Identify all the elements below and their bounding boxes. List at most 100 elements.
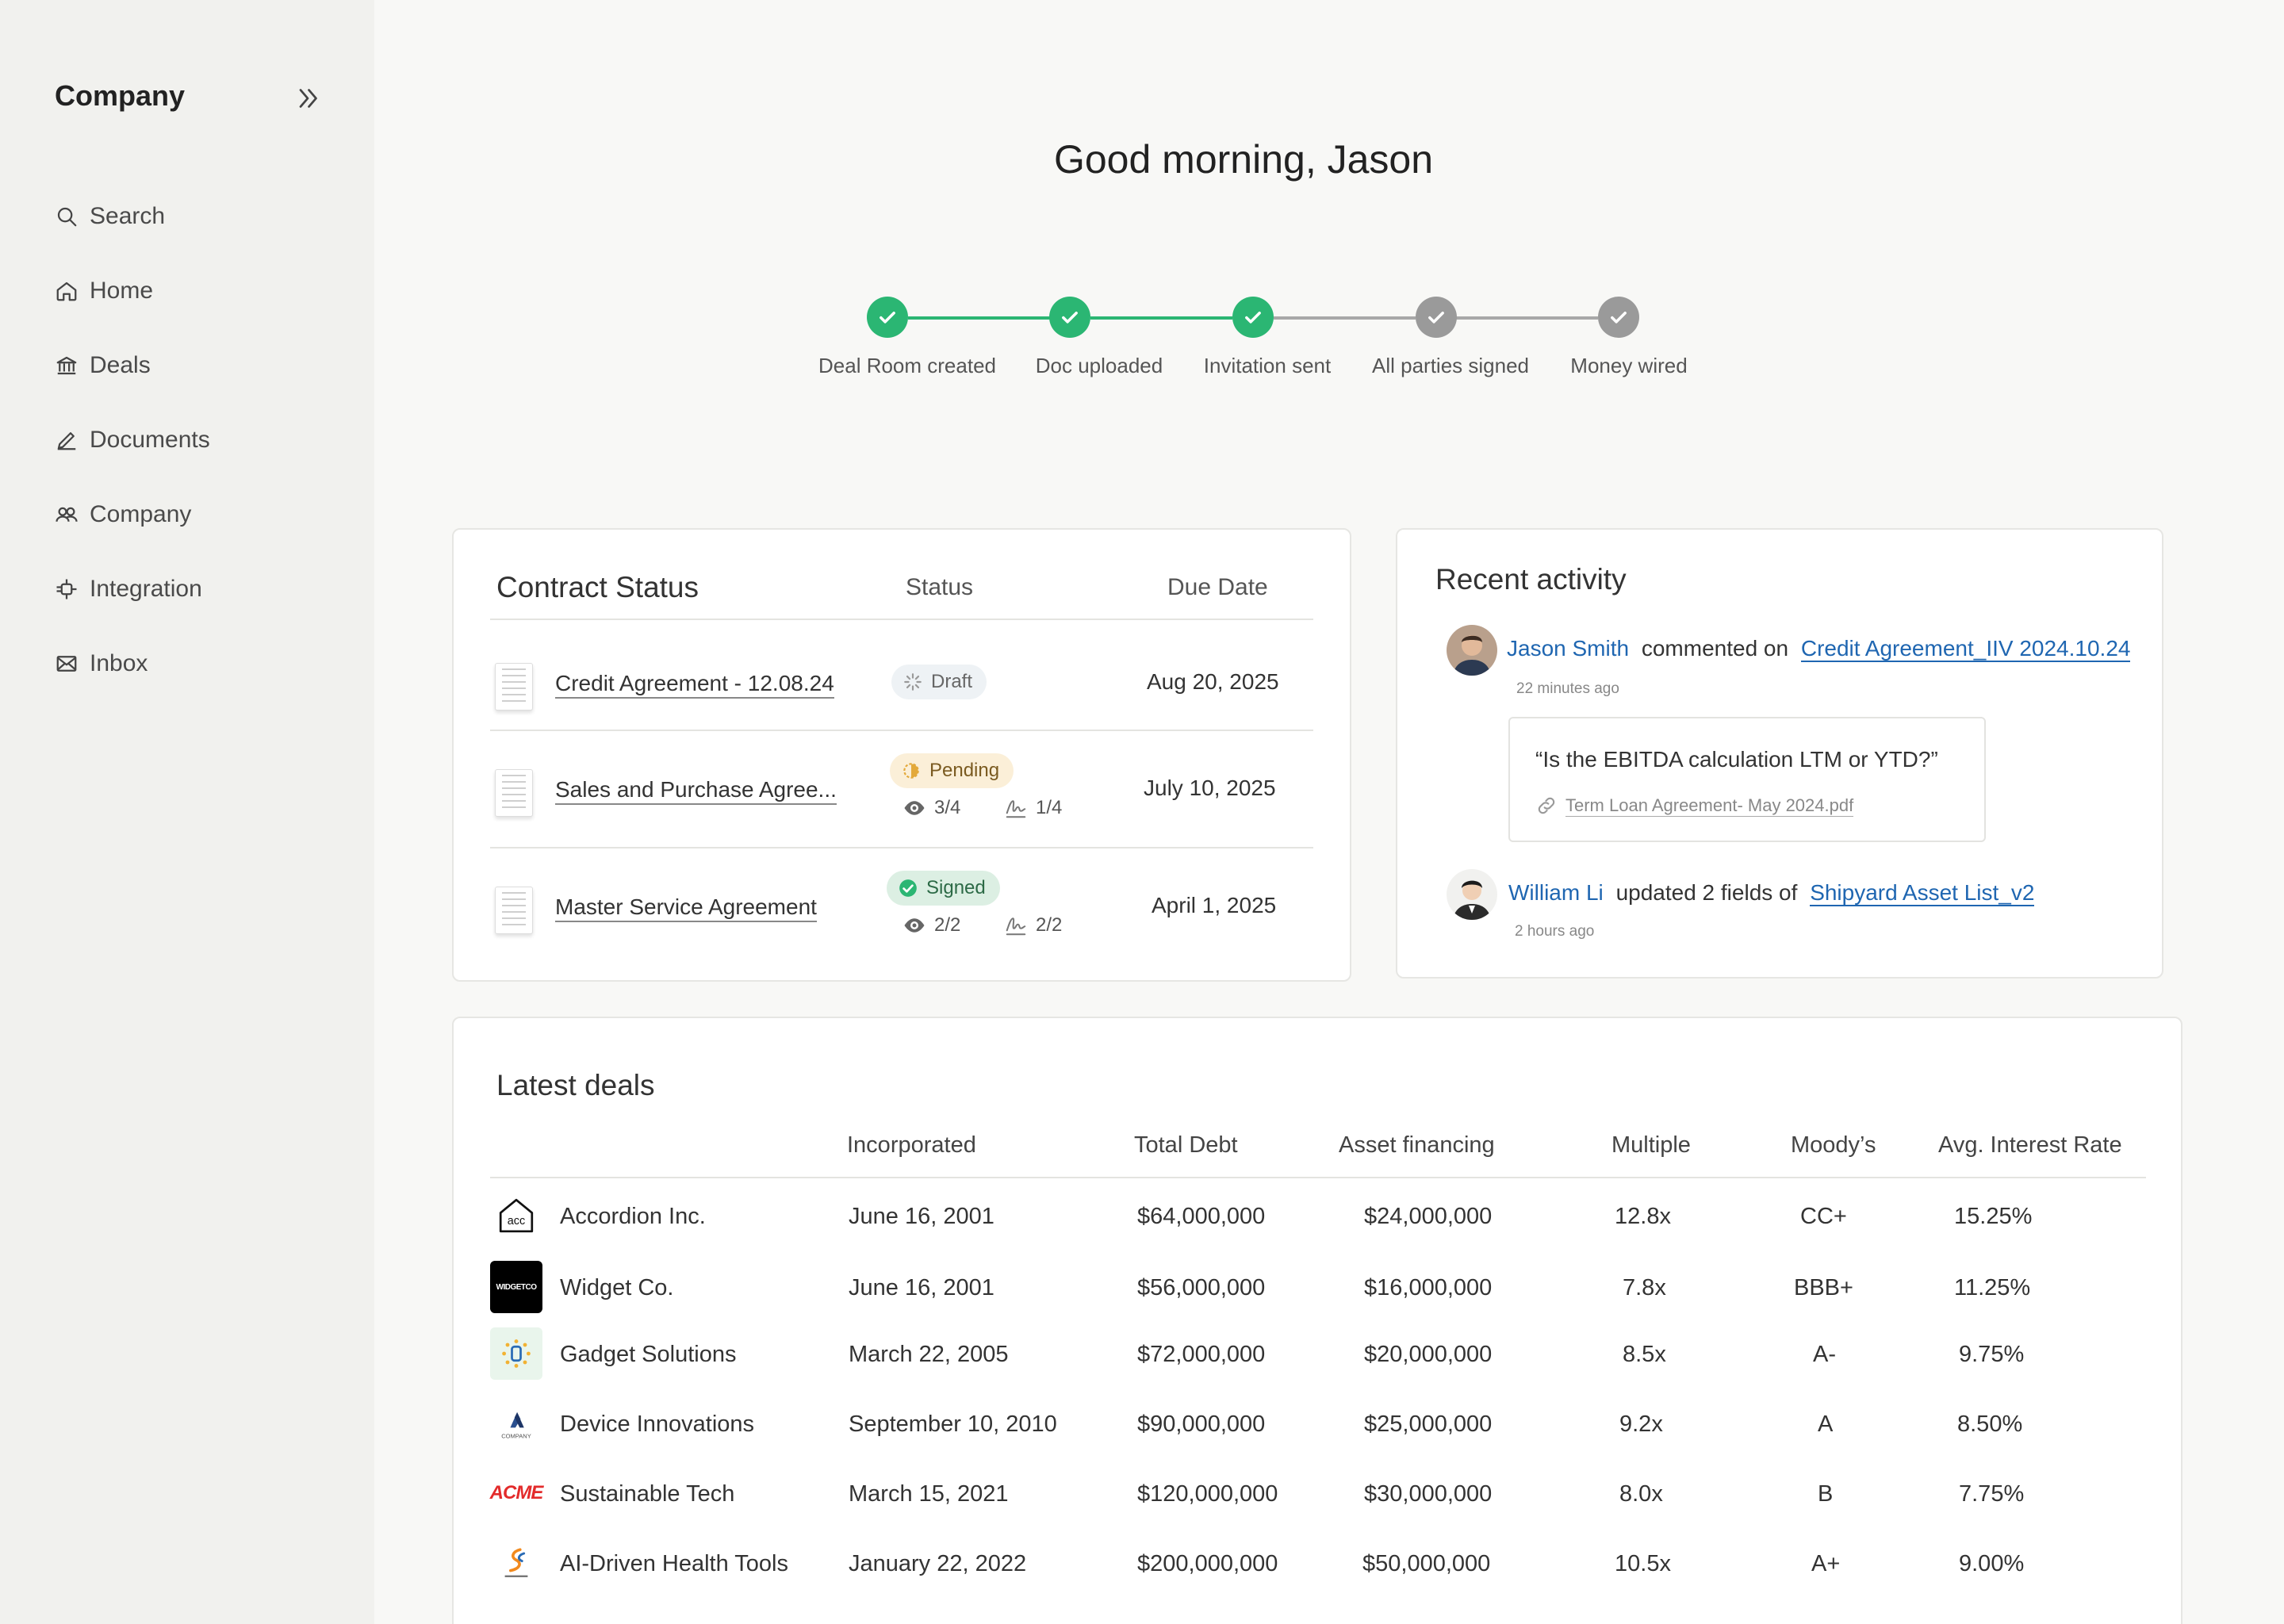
company-logo: COMPANY xyxy=(490,1397,542,1450)
company-name[interactable]: Gadget Solutions xyxy=(560,1342,736,1368)
due-date: July 10, 2025 xyxy=(1144,776,1276,800)
comment-text: “Is the EBITDA calculation LTM or YTD?” xyxy=(1535,747,1938,772)
pending-icon xyxy=(903,763,919,779)
status-badge: Signed xyxy=(887,871,1000,906)
signed-check-icon xyxy=(899,879,917,897)
company-logo: WIDGETCO xyxy=(490,1261,542,1313)
company-name[interactable]: Widget Co. xyxy=(560,1275,673,1301)
incorporated-date: June 16, 2001 xyxy=(849,1275,994,1300)
avg-interest-rate: 11.25% xyxy=(1954,1275,2031,1300)
avatar[interactable] xyxy=(1447,625,1497,676)
asset-financing: $30,000,000 xyxy=(1364,1481,1493,1507)
company-name[interactable]: Device Innovations xyxy=(560,1411,754,1438)
step-pending-icon xyxy=(1416,297,1457,338)
page-title: Good morning, Jason xyxy=(1053,137,1434,182)
sidebar-item-label: Search xyxy=(90,203,166,229)
link-icon xyxy=(1538,797,1555,814)
step-done-icon xyxy=(867,297,908,338)
column-header: Total Debt xyxy=(1134,1132,1238,1158)
signatures-count: 1/4 xyxy=(1004,796,1062,820)
incorporated-date: June 16, 2001 xyxy=(849,1204,994,1229)
avg-interest-rate: 9.75% xyxy=(1959,1342,2025,1367)
signature-icon xyxy=(1006,800,1026,818)
total-debt: $200,000,000 xyxy=(1137,1551,1278,1576)
multiple: 7.8x xyxy=(1623,1275,1666,1300)
step-done-icon xyxy=(1232,297,1274,338)
company-name[interactable]: AI-Driven Health Tools xyxy=(560,1551,788,1577)
contract-link[interactable]: Master Service Agreement xyxy=(555,894,817,922)
contract-status-card: Contract Status Status Due Date Credit A… xyxy=(452,528,1351,982)
deal-progress-stepper: Deal Room created Doc uploaded Invitatio… xyxy=(793,293,1713,389)
asset-financing: $25,000,000 xyxy=(1364,1411,1493,1437)
sidebar-item-search[interactable]: Search xyxy=(55,179,210,254)
company-logo: acc xyxy=(490,1189,542,1242)
header-divider xyxy=(490,1177,2146,1178)
sidebar: Company Search Home Deals Documents Comp… xyxy=(0,0,374,1624)
card-title: Contract Status xyxy=(496,571,699,603)
signature-icon xyxy=(1006,917,1026,936)
brand-name: Company xyxy=(55,79,186,112)
logo-text: WIDGETCO xyxy=(496,1282,538,1292)
status-badge: Pending xyxy=(890,753,1014,788)
card-title: Recent activity xyxy=(1435,563,1627,596)
sidebar-item-deals[interactable]: Deals xyxy=(55,328,210,403)
eye-icon xyxy=(904,918,925,933)
card-title: Latest deals xyxy=(496,1069,655,1101)
activity-user-link[interactable]: Jason Smith xyxy=(1507,636,1629,661)
row-divider xyxy=(490,847,1313,848)
avg-interest-rate: 7.75% xyxy=(1959,1481,2025,1507)
incorporated-date: January 22, 2022 xyxy=(849,1551,1027,1576)
due-date: April 1, 2025 xyxy=(1152,893,1277,917)
sidebar-item-integration[interactable]: Integration xyxy=(55,552,210,626)
step-connector xyxy=(908,316,1050,320)
step-label: Money wired xyxy=(1570,354,1688,377)
sidebar-item-label: Company xyxy=(90,501,192,527)
activity-user-link[interactable]: William Li xyxy=(1508,880,1604,905)
contract-link[interactable]: Sales and Purchase Agree... xyxy=(555,777,837,805)
latest-deals-card: Latest deals Incorporated Total Debt Ass… xyxy=(452,1017,2182,1624)
total-debt: $90,000,000 xyxy=(1137,1411,1266,1437)
step-connector xyxy=(1090,316,1232,320)
activity-target-link[interactable]: Shipyard Asset List_v2 xyxy=(1810,880,2035,906)
sidebar-item-documents[interactable]: Documents xyxy=(55,403,210,477)
comment-box: “Is the EBITDA calculation LTM or YTD?” … xyxy=(1508,717,1986,842)
collapse-sidebar-icon[interactable] xyxy=(293,84,322,113)
total-debt: $72,000,000 xyxy=(1137,1342,1266,1367)
avg-interest-rate: 9.00% xyxy=(1959,1551,2025,1576)
column-header: Multiple xyxy=(1611,1132,1691,1158)
bank-icon xyxy=(56,356,77,375)
column-header-due-date: Due Date xyxy=(1167,574,1268,600)
multiple: 9.2x xyxy=(1619,1411,1663,1437)
total-debt: $56,000,000 xyxy=(1137,1275,1266,1300)
step-label: Deal Room created xyxy=(818,354,996,377)
attachment-link[interactable]: Term Loan Agreement- May 2024.pdf xyxy=(1535,795,1854,817)
moodys-rating: A+ xyxy=(1811,1551,1841,1576)
contract-link[interactable]: Credit Agreement - 12.08.24 xyxy=(555,671,834,699)
step-connector xyxy=(1456,316,1598,320)
avatar[interactable] xyxy=(1447,869,1497,920)
integration-icon xyxy=(56,579,77,599)
spinner-icon xyxy=(904,673,922,691)
company-logo: ACME xyxy=(490,1467,544,1519)
step-pending-icon xyxy=(1598,297,1639,338)
sidebar-item-home[interactable]: Home xyxy=(55,254,210,328)
row-divider xyxy=(490,730,1313,731)
header-divider xyxy=(490,619,1313,620)
total-debt: $120,000,000 xyxy=(1137,1481,1278,1507)
company-name[interactable]: Sustainable Tech xyxy=(560,1481,734,1507)
company-logo xyxy=(490,1327,542,1380)
sidebar-item-inbox[interactable]: Inbox xyxy=(55,626,210,701)
search-icon xyxy=(57,207,77,227)
column-header: Moody’s xyxy=(1791,1132,1876,1158)
asset-financing: $20,000,000 xyxy=(1364,1342,1493,1367)
asset-financing: $50,000,000 xyxy=(1362,1551,1491,1576)
sidebar-item-company[interactable]: Company xyxy=(55,477,210,552)
company-name[interactable]: Accordion Inc. xyxy=(560,1204,706,1230)
attachment-name: Term Loan Agreement- May 2024.pdf xyxy=(1565,795,1854,817)
views-count: 2/2 xyxy=(902,914,960,937)
activity-action: commented on xyxy=(1641,636,1789,661)
asset-financing: $16,000,000 xyxy=(1364,1275,1493,1300)
eye-icon xyxy=(904,801,925,815)
activity-target-link[interactable]: Credit Agreement_IIV 2024.10.24 xyxy=(1800,636,2131,662)
views-count: 3/4 xyxy=(902,796,960,820)
